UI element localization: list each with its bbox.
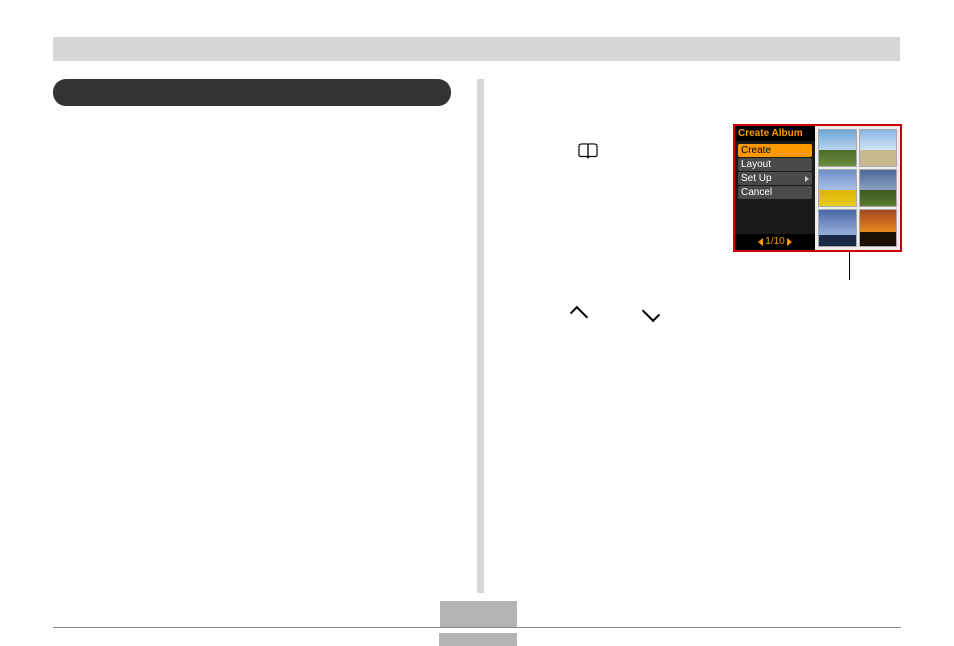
pager-left-icon <box>758 238 763 246</box>
submenu-arrow-icon <box>805 176 809 182</box>
book-icon <box>577 143 599 161</box>
thumbnail <box>859 169 898 207</box>
page-number-block <box>440 601 517 627</box>
lcd-thumbnails <box>815 126 900 250</box>
footer-rule <box>53 627 901 628</box>
column-divider <box>477 79 484 593</box>
lcd-menu: Create Layout Set Up Cancel <box>735 141 815 202</box>
page-number-block-2 <box>439 633 517 646</box>
lcd-pager: 1/10 <box>735 234 815 250</box>
thumbnail <box>859 209 898 247</box>
lcd-menu-panel: Create Album Create Layout Set Up Cancel… <box>735 126 815 250</box>
lcd-title: Create Album <box>735 126 815 141</box>
lcd-menu-cancel: Cancel <box>738 186 812 199</box>
lcd-menu-setup: Set Up <box>738 172 812 185</box>
header-bar <box>53 37 900 61</box>
thumbnail <box>818 209 857 247</box>
lcd-menu-layout: Layout <box>738 158 812 171</box>
lcd-menu-create: Create <box>738 144 812 157</box>
thumbnail <box>818 129 857 167</box>
thumbnail <box>859 129 898 167</box>
callout-pointer <box>849 252 850 280</box>
thumbnail <box>818 169 857 207</box>
chevron-down-icon <box>642 304 660 322</box>
pager-text: 1/10 <box>765 236 784 247</box>
pager-right-icon <box>787 238 792 246</box>
lcd-preview: Create Album Create Layout Set Up Cancel… <box>733 124 902 252</box>
chevron-up-icon <box>570 306 588 324</box>
section-title-pill <box>53 79 451 106</box>
